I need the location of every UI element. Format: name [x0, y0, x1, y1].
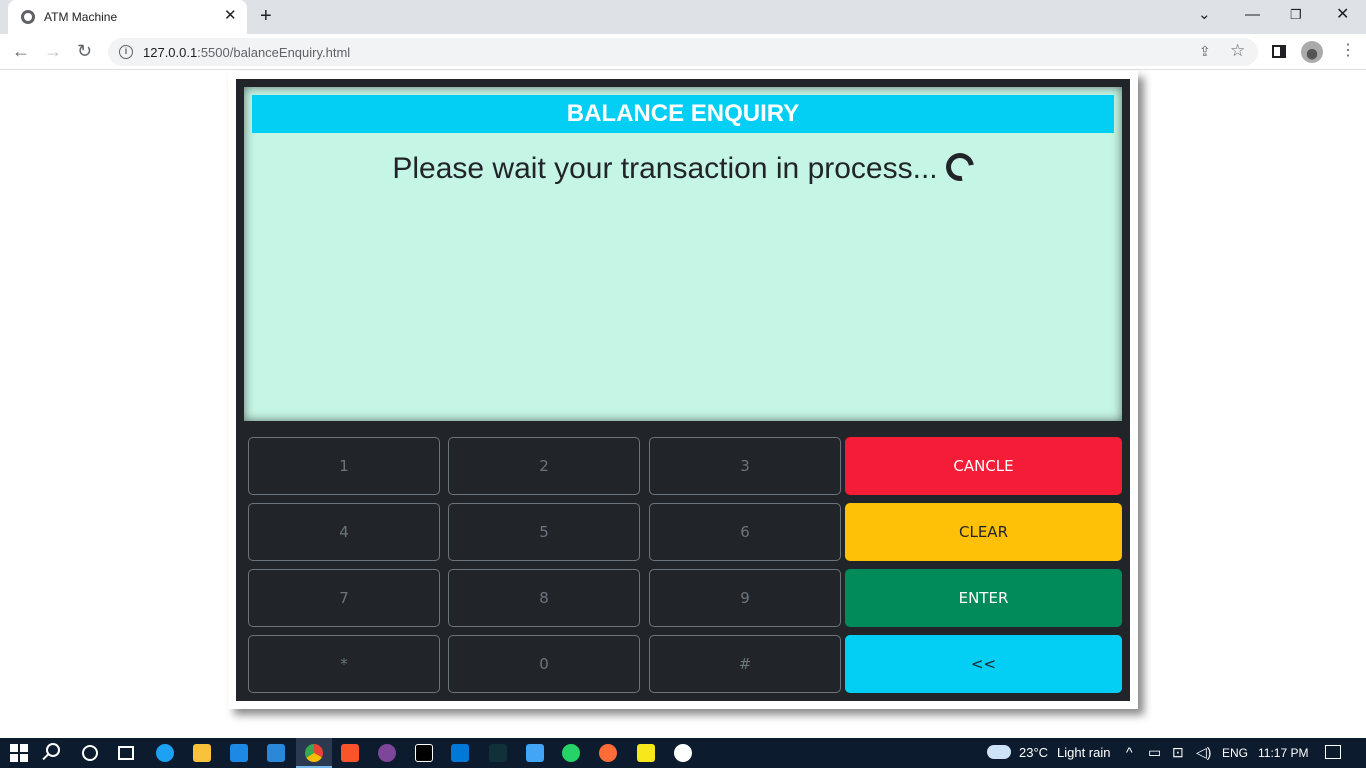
search-icon[interactable] — [46, 743, 60, 757]
language-indicator[interactable]: ENG — [1222, 746, 1248, 760]
address-bar[interactable]: i 127.0.0.1:5500/balanceEnquiry.html ⇪ ☆ — [108, 38, 1258, 66]
cortana-icon[interactable] — [82, 745, 98, 761]
key-8[interactable]: 8 — [448, 569, 640, 627]
tab-title: ATM Machine — [44, 10, 118, 24]
minimize-button[interactable]: — — [1245, 6, 1260, 24]
tab-close-icon[interactable]: ✕ — [224, 8, 237, 24]
intellij-icon[interactable] — [415, 744, 433, 762]
forward-button[interactable]: → — [44, 40, 62, 62]
key-2[interactable]: 2 — [448, 437, 640, 495]
tab-search-chevron-icon[interactable]: ⌄ — [1198, 6, 1211, 24]
vscode-icon[interactable] — [451, 744, 469, 762]
battery-icon[interactable]: ▭ — [1148, 744, 1161, 760]
key-hash[interactable]: # — [649, 635, 841, 693]
mail-icon[interactable] — [267, 744, 285, 762]
side-panel-icon[interactable] — [1272, 45, 1286, 58]
key-star[interactable]: * — [248, 635, 440, 693]
atm-body: BALANCE ENQUIRY Please wait your transac… — [236, 79, 1130, 701]
key-9[interactable]: 9 — [649, 569, 841, 627]
github-icon[interactable] — [674, 744, 692, 762]
screen-title: BALANCE ENQUIRY — [252, 95, 1114, 133]
tor-icon[interactable] — [378, 744, 396, 762]
profile-avatar[interactable] — [1301, 41, 1323, 63]
browser-menu-icon[interactable]: ⋮ — [1340, 42, 1356, 60]
sticky-notes-icon[interactable] — [637, 744, 655, 762]
url-text[interactable]: 127.0.0.1:5500/balanceEnquiry.html — [143, 45, 350, 60]
postman-icon[interactable] — [599, 744, 617, 762]
reload-button[interactable]: ↻ — [77, 40, 92, 62]
flutter-icon[interactable] — [526, 744, 544, 762]
restore-button[interactable]: ❐ — [1290, 6, 1302, 24]
back-button[interactable]: ← — [12, 40, 30, 62]
backspace-button[interactable]: << — [845, 635, 1122, 693]
key-7[interactable]: 7 — [248, 569, 440, 627]
key-1[interactable]: 1 — [248, 437, 440, 495]
loading-spinner-icon — [940, 147, 980, 187]
network-icon[interactable]: ⊡ — [1172, 744, 1184, 760]
url-path: :5500/balanceEnquiry.html — [197, 45, 351, 60]
weather-description[interactable]: Light rain — [1057, 746, 1110, 760]
key-0[interactable]: 0 — [448, 635, 640, 693]
brave-icon[interactable] — [341, 744, 359, 762]
key-6[interactable]: 6 — [649, 503, 841, 561]
windows-start-icon[interactable] — [10, 744, 28, 762]
task-view-icon[interactable] — [118, 746, 134, 760]
status-text: Please wait your transaction in process.… — [392, 152, 938, 185]
key-3[interactable]: 3 — [649, 437, 841, 495]
new-tab-button[interactable]: + — [260, 5, 272, 27]
share-icon[interactable]: ⇪ — [1199, 43, 1211, 60]
store-icon[interactable] — [230, 744, 248, 762]
whatsapp-icon[interactable] — [562, 744, 580, 762]
windows-taskbar: 23°C Light rain ^ ▭ ⊡ ◁) ENG 11:17 PM — [0, 738, 1366, 768]
browser-toolbar: ← → ↻ i 127.0.0.1:5500/balanceEnquiry.ht… — [0, 34, 1366, 70]
cancel-button[interactable]: CANCLE — [845, 437, 1122, 495]
enter-button[interactable]: ENTER — [845, 569, 1122, 627]
key-4[interactable]: 4 — [248, 503, 440, 561]
volume-icon[interactable]: ◁) — [1196, 744, 1211, 760]
file-explorer-icon[interactable] — [193, 744, 211, 762]
clear-button[interactable]: CLEAR — [845, 503, 1122, 561]
close-window-button[interactable]: ✕ — [1336, 6, 1349, 24]
bookmark-star-icon[interactable]: ☆ — [1230, 41, 1245, 61]
key-5[interactable]: 5 — [448, 503, 640, 561]
url-host: 127.0.0.1 — [143, 45, 198, 60]
site-info-icon[interactable]: i — [119, 45, 133, 59]
status-message: Please wait your transaction in process.… — [244, 147, 1122, 189]
tray-overflow-chevron-icon[interactable]: ^ — [1126, 744, 1133, 760]
browser-tab[interactable]: ATM Machine ✕ — [8, 0, 247, 34]
edge-icon[interactable] — [156, 744, 174, 762]
inkscape-icon[interactable] — [489, 744, 507, 762]
globe-icon — [21, 10, 35, 24]
atm-screen: BALANCE ENQUIRY Please wait your transac… — [244, 87, 1122, 421]
notification-center-icon[interactable] — [1325, 745, 1341, 759]
atm-machine: BALANCE ENQUIRY Please wait your transac… — [228, 71, 1138, 709]
clock-time[interactable]: 11:17 PM — [1258, 746, 1308, 760]
weather-temperature[interactable]: 23°C — [1019, 746, 1048, 760]
browser-tab-bar: ATM Machine ✕ + ⌄ — ❐ ✕ — [0, 0, 1366, 34]
weather-cloud-icon[interactable] — [987, 745, 1011, 759]
chrome-icon[interactable] — [305, 744, 323, 762]
